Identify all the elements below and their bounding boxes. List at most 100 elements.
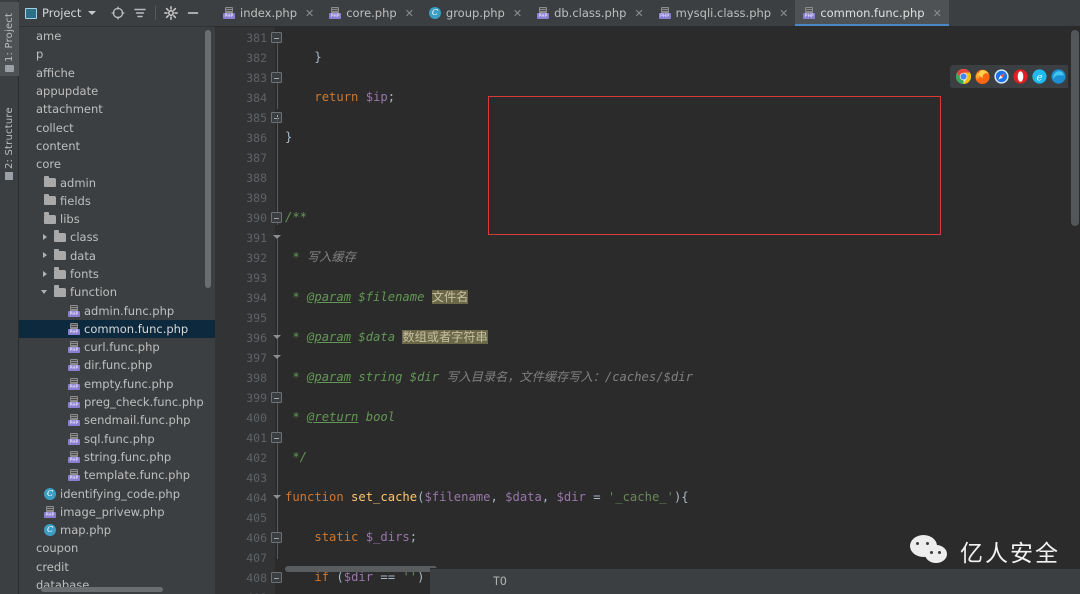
tree-item[interactable]: PHP curl.func.php (19, 338, 215, 356)
edge-icon[interactable] (1051, 69, 1066, 84)
target-locate-icon[interactable] (108, 3, 128, 23)
browser-run-toolbar[interactable]: e (950, 65, 1072, 88)
tree-arrow-placeholder (23, 87, 32, 96)
tree-item[interactable]: appupdate (19, 82, 215, 100)
project-panel: Project ame p affiche appupdate attachme… (19, 0, 215, 594)
line-number: 389 (246, 191, 267, 205)
editor-tab[interactable]: PHP db.class.php ✕ (529, 0, 651, 26)
project-file-tree[interactable]: ame p affiche appupdate attachment collect con… (19, 27, 215, 594)
tree-item[interactable]: PHP admin.func.php (19, 301, 215, 319)
tree-item[interactable]: admin (19, 173, 215, 191)
project-title-dropdown[interactable]: Project (25, 6, 97, 20)
tree-item[interactable]: class (19, 228, 215, 246)
code-folding-column[interactable] (271, 27, 285, 594)
firefox-icon[interactable] (975, 69, 990, 84)
fold-marker[interactable] (271, 432, 282, 443)
tree-item[interactable]: PHP template.func.php (19, 466, 215, 484)
tree-item[interactable]: PHP string.func.php (19, 448, 215, 466)
close-tab-icon[interactable]: ✕ (513, 7, 522, 20)
fold-marker[interactable] (271, 572, 282, 583)
editor-vertical-scrollbar[interactable] (1071, 30, 1079, 226)
tree-item[interactable]: coupon (19, 539, 215, 557)
tree-item-label: libs (60, 212, 80, 227)
opera-icon[interactable] (1013, 69, 1028, 84)
chevron-right-icon[interactable] (41, 251, 50, 260)
fold-arrow-down-icon[interactable] (271, 332, 282, 343)
tree-item[interactable]: PHP empty.func.php (19, 375, 215, 393)
tree-item[interactable]: attachment (19, 100, 215, 118)
editor-tab[interactable]: Cgroup.php ✕ (421, 0, 529, 26)
internet-explorer-icon[interactable]: e (1032, 69, 1047, 84)
fold-marker[interactable] (271, 392, 282, 403)
line-number: 401 (246, 431, 267, 445)
php-file-icon: PHP (68, 414, 80, 427)
tree-item[interactable]: p (19, 45, 215, 63)
close-tab-icon[interactable]: ✕ (779, 7, 788, 20)
tree-item[interactable]: PHP dir.func.php (19, 356, 215, 374)
tree-item[interactable]: data (19, 247, 215, 265)
tree-item[interactable]: ame (19, 27, 215, 45)
php-file-icon: PHP (658, 7, 671, 19)
fold-arrow-down-icon[interactable] (271, 492, 282, 503)
project-vertical-scrollbar[interactable] (205, 30, 211, 288)
tree-item[interactable]: affiche (19, 64, 215, 82)
tree-item[interactable]: PHP sql.func.php (19, 430, 215, 448)
code-line: } (285, 50, 322, 64)
close-tab-icon[interactable]: ✕ (634, 7, 643, 20)
editor-tab[interactable]: PHP index.php ✕ (215, 0, 321, 26)
tree-item[interactable]: core (19, 155, 215, 173)
php-file-icon: PHP (223, 7, 235, 19)
chevron-down-icon[interactable] (41, 288, 50, 297)
tree-item[interactable]: Cmap.php (19, 521, 215, 539)
line-number: 392 (246, 251, 267, 265)
code-line: */ (285, 450, 308, 464)
close-tab-icon[interactable]: ✕ (305, 7, 314, 20)
tree-item[interactable]: PHP common.func.php (19, 319, 215, 339)
tree-arrow-placeholder (23, 562, 32, 571)
project-horizontal-scrollbar[interactable] (41, 587, 163, 592)
fold-arrow-down-icon[interactable] (271, 352, 282, 363)
tree-item[interactable]: fonts (19, 265, 215, 283)
code-line: * 写入缓存 (285, 250, 356, 264)
chevron-right-icon[interactable] (41, 233, 50, 242)
chrome-icon[interactable] (955, 69, 972, 84)
tree-item[interactable]: PHP preg_check.func.php (19, 393, 215, 411)
line-number: 402 (246, 451, 267, 465)
editor-tab[interactable]: PHP mysqli.class.php ✕ (651, 0, 796, 26)
tree-item-label: common.func.php (84, 321, 189, 336)
tree-item[interactable]: content (19, 137, 215, 155)
tree-arrow-placeholder (31, 507, 40, 516)
collapse-all-icon[interactable] (130, 3, 150, 23)
editor-tab-bar[interactable]: PHP index.php ✕ PHP core.php ✕ Cgroup.php ✕ PHP d… (215, 0, 1080, 27)
editor-tab[interactable]: PHP common.func.php ✕ (795, 0, 950, 26)
source-code-view[interactable]: } return $ip; } /** * 写入缓存 * @param $fil… (285, 27, 1080, 594)
tree-item[interactable]: fields (19, 192, 215, 210)
close-tab-icon[interactable]: ✕ (933, 7, 942, 20)
tree-item[interactable]: libs (19, 210, 215, 228)
fold-marker[interactable] (271, 532, 282, 543)
line-number: 382 (246, 51, 267, 65)
php-file-icon: PHP (68, 341, 80, 354)
settings-gear-icon[interactable] (161, 3, 181, 23)
fold-marker[interactable] (271, 72, 282, 83)
tree-item[interactable]: Cidentifying_code.php (19, 484, 215, 502)
editor-tab[interactable]: PHP core.php ✕ (321, 0, 421, 26)
close-tab-icon[interactable]: ✕ (405, 7, 414, 20)
tree-item-label: admin (60, 175, 97, 190)
fold-marker[interactable] (271, 32, 282, 43)
minimize-icon[interactable] (183, 3, 203, 23)
line-number: 393 (246, 271, 267, 285)
line-number: 399 (246, 391, 267, 405)
tree-item[interactable]: credit (19, 558, 215, 576)
line-number: 404 (246, 491, 267, 505)
tool-tab-project[interactable]: 1: Project (0, 2, 19, 76)
chevron-right-icon[interactable] (41, 270, 50, 279)
fold-marker[interactable] (271, 212, 282, 223)
safari-icon[interactable] (994, 69, 1009, 84)
tree-item[interactable]: PHP sendmail.func.php (19, 411, 215, 429)
tree-item[interactable]: function (19, 283, 215, 301)
editor-horizontal-scrollbar[interactable] (285, 566, 437, 572)
tree-item[interactable]: collect (19, 118, 215, 136)
tool-tab-structure[interactable]: 2: Structure (0, 100, 19, 184)
tree-item[interactable]: PHP image_privew.php (19, 503, 215, 521)
